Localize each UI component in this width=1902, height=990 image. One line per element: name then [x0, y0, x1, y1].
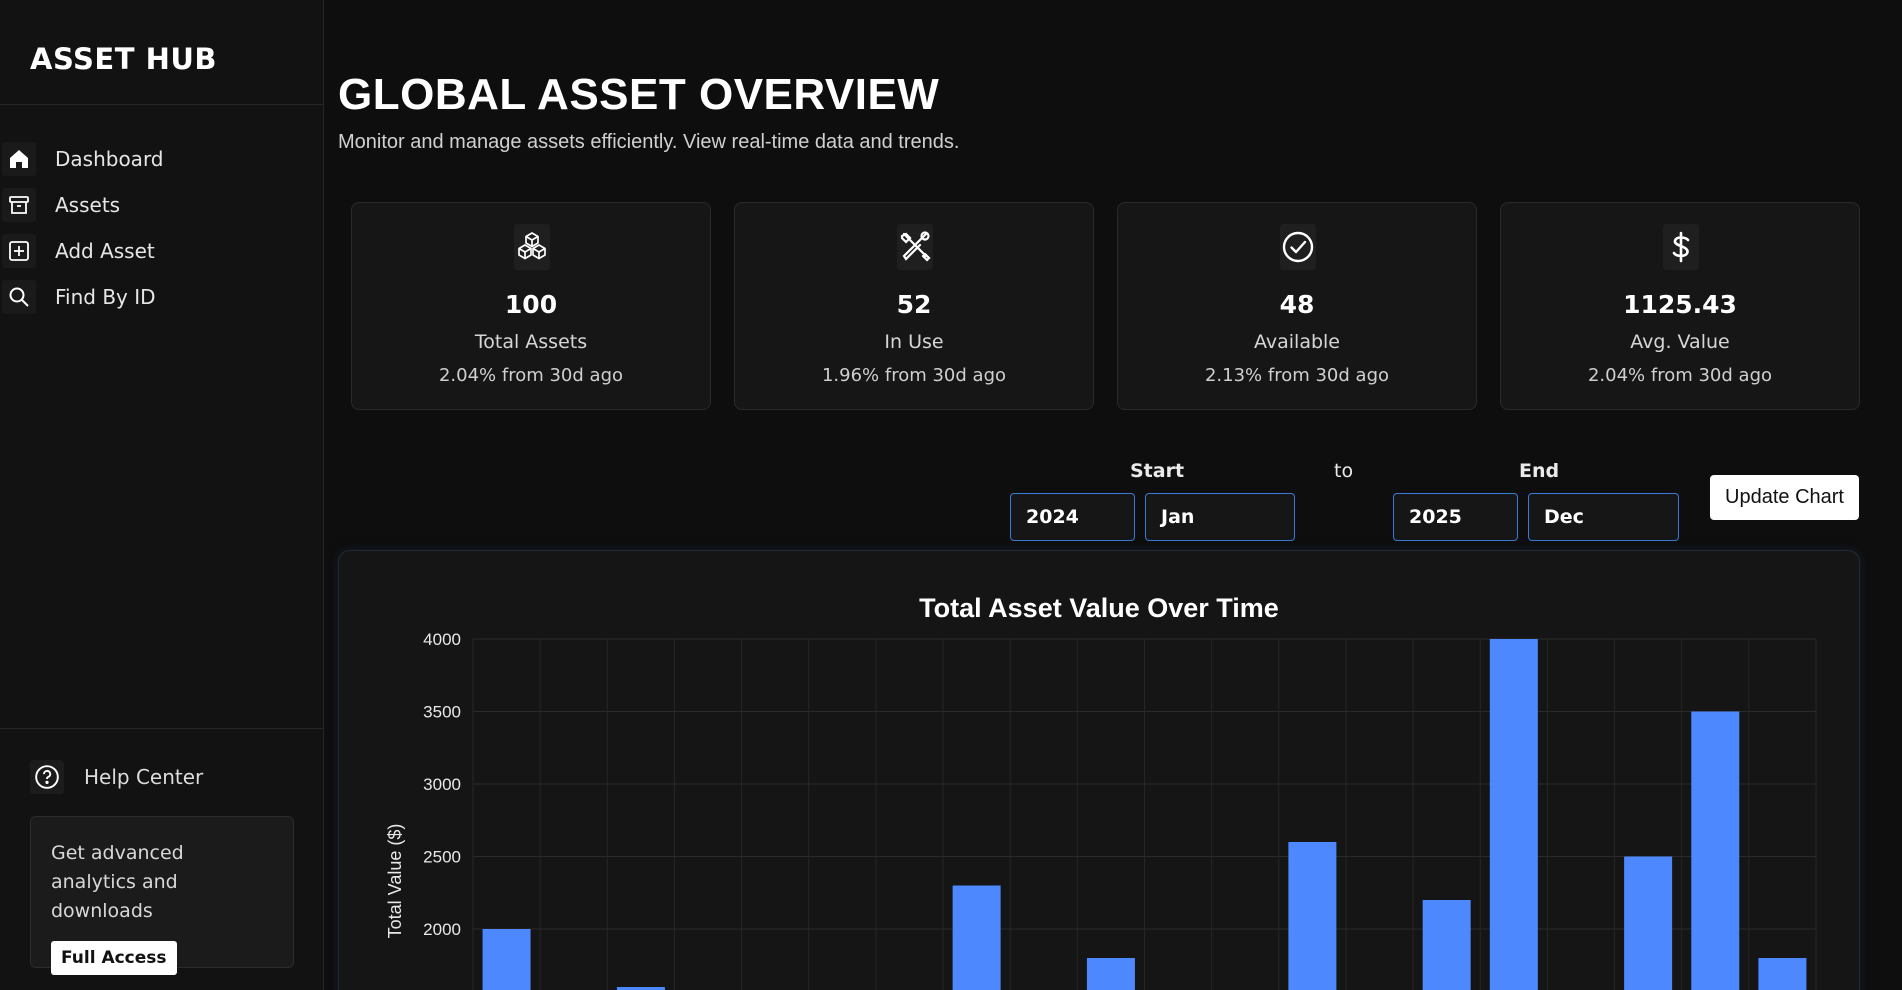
sidebar-item-dashboard[interactable]: Dashboard	[0, 136, 324, 182]
stat-label: In Use	[884, 331, 944, 353]
dollar-icon	[1663, 224, 1699, 270]
help-icon	[30, 760, 64, 794]
brand-logo[interactable]: ASSET HUB	[30, 42, 217, 76]
sidebar-item-label: Add Asset	[55, 239, 155, 263]
divider	[0, 728, 324, 729]
sidebar-nav: Dashboard Assets Add Asset Find By ID	[0, 136, 324, 320]
stat-value: 52	[896, 290, 932, 319]
chart-bar[interactable]	[1288, 842, 1337, 990]
y-axis-label: Total Value ($)	[385, 824, 405, 939]
stat-label: Available	[1253, 331, 1340, 353]
plus-square-icon	[2, 234, 36, 268]
stat-change: 1.96% from 30d ago	[821, 365, 1007, 386]
chart-bar[interactable]	[952, 885, 1001, 990]
sidebar-item-label: Assets	[55, 193, 121, 217]
stat-card-total-assets: 100 Total Assets 2.04% from 30d ago	[351, 202, 711, 410]
promo-text: Get advanced analytics and downloads	[51, 842, 184, 922]
stat-value: 48	[1279, 290, 1315, 319]
chart-bar[interactable]	[1489, 639, 1538, 990]
end-month-select[interactable]: Dec	[1528, 493, 1679, 541]
sidebar-item-find-by-id[interactable]: Find By ID	[0, 274, 324, 320]
sidebar-item-label: Find By ID	[55, 285, 156, 309]
update-chart-button[interactable]: Update Chart	[1710, 475, 1859, 520]
page-subtitle: Monitor and manage assets efficiently. V…	[338, 131, 960, 153]
sidebar: ASSET HUB Dashboard Assets Add Asset Fin…	[0, 0, 324, 990]
stat-change: 2.04% from 30d ago	[1587, 365, 1773, 386]
chart-bar[interactable]	[482, 929, 531, 990]
stat-change: 2.13% from 30d ago	[1204, 365, 1390, 386]
full-access-button[interactable]: Full Access	[51, 941, 177, 975]
chart-bar[interactable]	[1758, 958, 1807, 990]
chart-bar[interactable]	[1691, 711, 1740, 990]
promo-card: Get advanced analytics and downloads Ful…	[30, 816, 294, 975]
y-tick-label: 2500	[423, 848, 461, 867]
chart-bar[interactable]	[1086, 958, 1135, 990]
tools-icon	[897, 224, 933, 270]
home-icon	[2, 142, 36, 176]
archive-icon	[2, 188, 36, 222]
y-tick-label: 2000	[423, 920, 461, 939]
to-label: to	[1334, 460, 1354, 482]
start-label: Start	[1130, 460, 1185, 482]
stat-card-avg-value: 1125.43 Avg. Value 2.04% from 30d ago	[1500, 202, 1860, 410]
stat-value: 100	[504, 290, 558, 319]
stat-label: Total Assets	[474, 331, 588, 353]
page-title: GLOBAL ASSET OVERVIEW	[338, 70, 940, 119]
end-year-select[interactable]: 2025	[1393, 493, 1518, 541]
stat-change: 2.04% from 30d ago	[438, 365, 624, 386]
end-label: End	[1519, 460, 1560, 482]
y-tick-label: 4000	[423, 630, 461, 649]
chart-bar[interactable]	[1624, 856, 1673, 990]
divider	[0, 104, 324, 105]
help-center-label: Help Center	[84, 765, 204, 789]
check-circle-icon	[1280, 224, 1316, 270]
search-icon	[2, 280, 36, 314]
y-tick-label: 3500	[423, 703, 461, 722]
help-center-link[interactable]: Help Center	[30, 760, 203, 794]
sidebar-item-assets[interactable]: Assets	[0, 182, 324, 228]
sidebar-item-add-asset[interactable]: Add Asset	[0, 228, 324, 274]
start-year-select[interactable]: 2024	[1010, 493, 1135, 541]
chart-bar[interactable]	[1422, 900, 1471, 990]
chart-panel: Total Asset Value Over Time 4000 3500 3000…	[338, 550, 1860, 990]
stat-card-in-use: 52 In Use 1.96% from 30d ago	[734, 202, 1094, 410]
start-month-select[interactable]: Jan	[1145, 493, 1295, 541]
y-tick-label: 3000	[423, 775, 461, 794]
bar-chart: 4000 3500 3000 2500 2000 Total Value ($)	[385, 630, 1817, 990]
sidebar-item-label: Dashboard	[55, 147, 164, 171]
cubes-icon	[514, 224, 550, 270]
stat-card-available: 48 Available 2.13% from 30d ago	[1117, 202, 1477, 410]
stat-label: Avg. Value	[1630, 331, 1730, 353]
stat-value: 1125.43	[1623, 290, 1737, 319]
